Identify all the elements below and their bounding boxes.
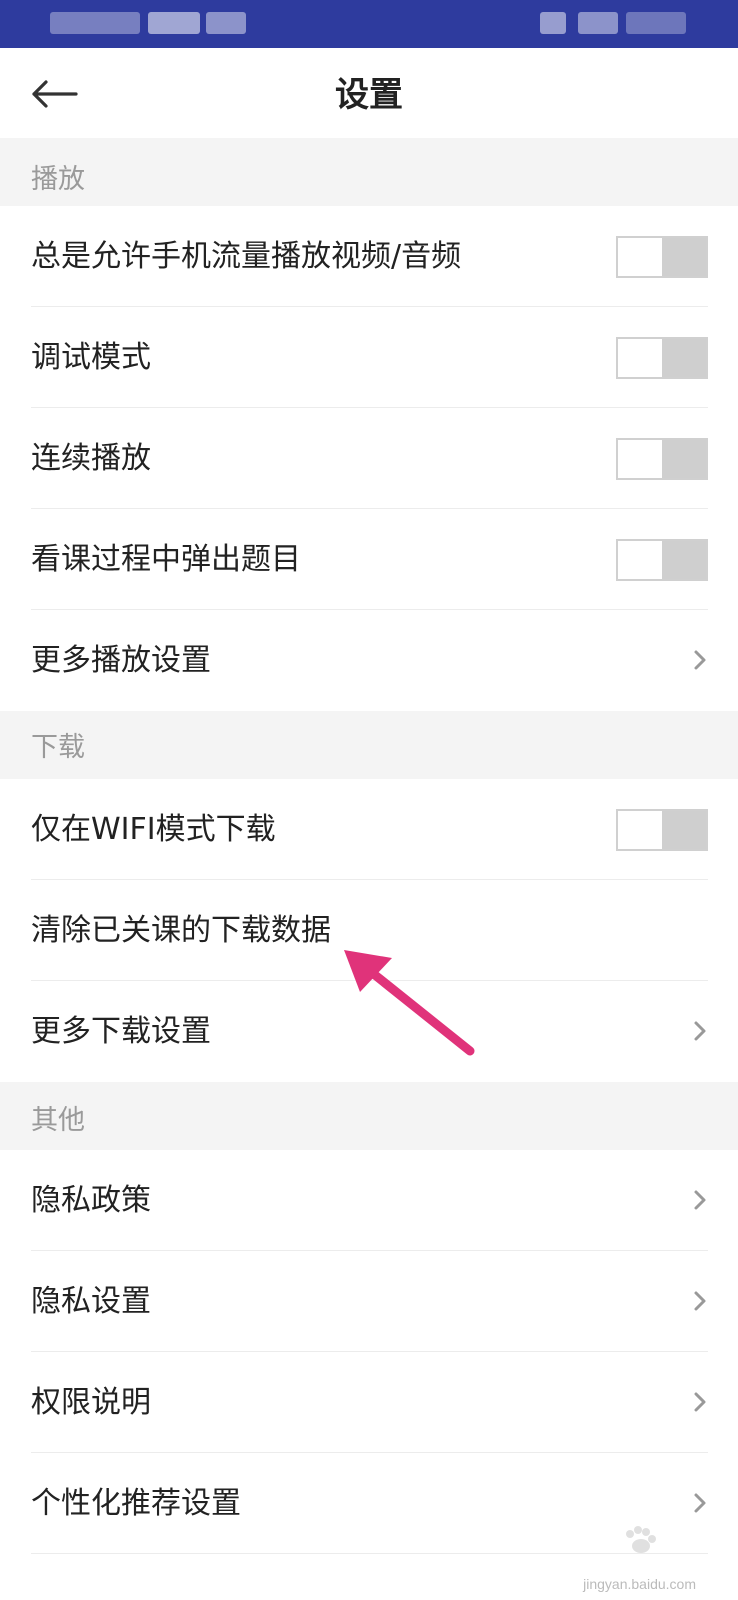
wifi-only-toggle[interactable] [616,809,708,851]
setting-label: 更多下载设置 [31,1014,211,1049]
watermark-text: jingyan.baidu.com [583,1576,696,1592]
status-blur [148,12,200,34]
setting-row-continuous-play[interactable]: 连续播放 [0,408,738,509]
section-header-download: 下载 [0,711,738,779]
setting-label: 权限说明 [31,1385,151,1420]
baidu-watermark-icon [626,1526,656,1553]
setting-row-clear-downloads[interactable]: 清除已关课的下载数据 [0,880,738,981]
chevron-right-icon [694,1493,706,1513]
setting-row-privacy-settings[interactable]: 隐私设置 [0,1251,738,1352]
setting-label: 仅在WIFI模式下载 [31,812,276,847]
status-blur [206,12,246,34]
status-blur [540,12,566,34]
status-blur [626,12,686,34]
section-header-other: 其他 [0,1082,738,1150]
setting-row-permissions[interactable]: 权限说明 [0,1352,738,1453]
setting-label: 隐私政策 [31,1183,151,1218]
page-title: 设置 [335,75,403,115]
debug-mode-toggle[interactable] [616,337,708,379]
status-bar [0,0,738,48]
setting-label: 连续播放 [31,441,151,476]
chevron-right-icon [694,1291,706,1311]
toggle-knob [618,238,662,276]
continuous-play-toggle[interactable] [616,438,708,480]
toggle-knob [618,339,662,377]
setting-label: 调试模式 [31,340,151,375]
setting-row-wifi-only[interactable]: 仅在WIFI模式下载 [0,779,738,880]
setting-label: 隐私设置 [31,1284,151,1319]
chevron-right-icon [694,1190,706,1210]
setting-row-popup-questions[interactable]: 看课过程中弹出题目 [0,509,738,610]
setting-row-mobile-data[interactable]: 总是允许手机流量播放视频/音频 [0,206,738,307]
setting-row-privacy-policy[interactable]: 隐私政策 [0,1150,738,1251]
nav-bar: 设置 [0,48,738,138]
status-blur [50,12,140,34]
popup-questions-toggle[interactable] [616,539,708,581]
chevron-right-icon [694,1021,706,1041]
status-blur [578,12,618,34]
setting-label: 总是允许手机流量播放视频/音频 [31,239,462,274]
setting-label: 看课过程中弹出题目 [31,542,301,577]
setting-label: 更多播放设置 [31,643,211,678]
toggle-knob [618,541,662,579]
toggle-knob [618,811,662,849]
setting-row-debug-mode[interactable]: 调试模式 [0,307,738,408]
setting-label: 清除已关课的下载数据 [31,913,331,948]
setting-row-more-playback[interactable]: 更多播放设置 [0,610,738,711]
mobile-data-toggle[interactable] [616,236,708,278]
section-header-playback: 播放 [0,138,738,206]
setting-row-more-download[interactable]: 更多下载设置 [0,981,738,1082]
toggle-knob [618,440,662,478]
chevron-right-icon [694,1392,706,1412]
setting-label: 个性化推荐设置 [31,1486,241,1521]
chevron-right-icon [694,650,706,670]
